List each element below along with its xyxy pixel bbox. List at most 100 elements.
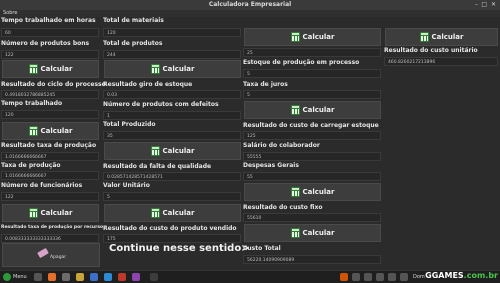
calcular-recurso-button[interactable]: Calcular bbox=[2, 204, 99, 222]
taxa-rec-output: 0.008333333333333336 bbox=[1, 234, 99, 243]
start-menu-icon[interactable] bbox=[3, 273, 11, 281]
num-func-input[interactable]: 122 bbox=[1, 192, 99, 201]
num-bons-input[interactable]: 122 bbox=[1, 50, 99, 59]
menu-label[interactable]: Menu bbox=[13, 274, 27, 280]
custo-vendido-label: Resultado do custo do produto vendido bbox=[103, 225, 237, 232]
num-bons-label: Número de produtos bons bbox=[1, 40, 90, 47]
apagar-label: Apagar bbox=[50, 255, 67, 260]
produzido-label: Total Produzido bbox=[103, 121, 156, 128]
calcular-estoque-button[interactable]: Calcular bbox=[244, 28, 381, 46]
app-icon-2[interactable] bbox=[132, 273, 140, 281]
salario-label: Salário do colaborador bbox=[243, 142, 320, 149]
calculator-icon bbox=[290, 105, 300, 115]
calculator-icon bbox=[150, 208, 160, 218]
calcular-fixo-button[interactable]: Calcular bbox=[244, 183, 381, 201]
ciclo-output: 0.4918032786885245 bbox=[1, 90, 99, 99]
defeitos-input[interactable]: 1 bbox=[103, 111, 241, 120]
tempo-trab-input[interactable]: 120 bbox=[1, 110, 99, 119]
active-window-icon[interactable] bbox=[150, 273, 158, 281]
tray-icon-4[interactable] bbox=[376, 273, 384, 281]
custo-total-label: Custo Total bbox=[243, 245, 281, 252]
calculator-icon bbox=[28, 208, 38, 218]
calculator-icon bbox=[419, 32, 429, 42]
taxa-prod-res-label: Resultado taxa de produção bbox=[1, 142, 97, 149]
menu-sobre[interactable]: Sobre bbox=[3, 10, 17, 16]
field-top-output[interactable]: 25 bbox=[243, 48, 381, 57]
produzido-input[interactable]: 35 bbox=[103, 131, 241, 140]
total-mat-input[interactable]: 120 bbox=[103, 28, 241, 37]
fixo-label: Resultado do custo fixo bbox=[243, 204, 323, 211]
watermark: GGAMES.com.br bbox=[425, 271, 498, 280]
folder-icon[interactable] bbox=[76, 273, 84, 281]
window-title: Calculadora Empresarial bbox=[208, 1, 292, 8]
carregar-output: 125 bbox=[243, 131, 381, 140]
total-prod-input[interactable]: 244 bbox=[103, 50, 241, 59]
tray-icon-2[interactable] bbox=[352, 273, 360, 281]
tray-icon-1[interactable] bbox=[340, 273, 348, 281]
calcular-taxa-button[interactable]: Calcular bbox=[2, 122, 99, 140]
continue-link[interactable]: Continue nesse sentido> bbox=[109, 243, 250, 254]
calculator-icon bbox=[290, 187, 300, 197]
menu-bar: Sobre bbox=[0, 10, 500, 17]
app-icon-1[interactable] bbox=[118, 273, 126, 281]
valor-label: Valor Unitário bbox=[103, 182, 150, 189]
despesas-input[interactable]: 55 bbox=[243, 172, 381, 181]
show-desktop-icon[interactable] bbox=[34, 273, 42, 281]
telegram-icon[interactable] bbox=[104, 273, 112, 281]
close-icon[interactable]: ✕ bbox=[491, 1, 496, 8]
taxa-prod-input[interactable]: 1.0166666666667 bbox=[1, 171, 99, 180]
salario-input[interactable]: 55555 bbox=[243, 152, 381, 161]
tempo-horas-input[interactable]: 60 bbox=[1, 28, 99, 37]
falta-label: Resultado da falta de qualidade bbox=[103, 163, 212, 170]
juros-input[interactable]: 5 bbox=[243, 90, 381, 99]
taxa-prod-label: Taxa de produção bbox=[1, 162, 61, 169]
minimize-icon[interactable]: – bbox=[475, 1, 478, 8]
vscode-icon[interactable] bbox=[90, 273, 98, 281]
calcular-carregar-button[interactable]: Calcular bbox=[244, 101, 381, 119]
calcular-label: Calcular bbox=[302, 33, 335, 41]
total-mat-label: Total de materiais bbox=[103, 17, 164, 24]
calcular-ciclo-button[interactable]: Calcular bbox=[2, 60, 99, 78]
tray-icon-3[interactable] bbox=[364, 273, 372, 281]
calcular-label: Calcular bbox=[162, 209, 195, 217]
taxa-prod-res-output: 1.0166666666667 bbox=[1, 152, 99, 161]
unitario-output: 460.8260217213896 bbox=[384, 57, 498, 66]
calcular-unitario-button[interactable]: Calcular bbox=[385, 28, 498, 46]
valor-input[interactable]: 5 bbox=[103, 192, 241, 201]
calcular-falta-button[interactable]: Calcular bbox=[104, 142, 241, 160]
terminal-icon[interactable] bbox=[62, 273, 70, 281]
firefox-icon[interactable] bbox=[48, 273, 56, 281]
unitario-label: Resultado do custo unitário bbox=[384, 47, 478, 54]
carregar-label: Resultado do custo de carregar estoque bbox=[243, 122, 379, 129]
calculator-icon bbox=[28, 126, 38, 136]
calculator-icon bbox=[290, 32, 300, 42]
volume-icon[interactable] bbox=[400, 273, 408, 281]
custo-total-output: 56220.14090909089 bbox=[243, 255, 381, 264]
estoque-input[interactable]: 5 bbox=[243, 69, 381, 78]
giro-label: Resultado giro de estoque bbox=[103, 81, 193, 88]
falta-output: 0.028571428571428571 bbox=[103, 172, 241, 181]
calcular-total-button[interactable]: Calcular bbox=[244, 224, 381, 242]
tray-lang[interactable]: Dom bbox=[413, 274, 425, 280]
calcular-custo-vendido-button[interactable]: Calcular bbox=[104, 204, 241, 222]
calculator-icon bbox=[150, 146, 160, 156]
calcular-giro-button[interactable]: Calcular bbox=[104, 60, 241, 78]
despesas-label: Despesas Gerais bbox=[243, 162, 299, 169]
calcular-label: Calcular bbox=[40, 65, 73, 73]
apagar-button[interactable]: Apagar bbox=[2, 243, 100, 267]
tempo-trab-label: Tempo trabalhado bbox=[1, 100, 63, 107]
maximize-icon[interactable]: □ bbox=[481, 1, 487, 8]
calcular-label: Calcular bbox=[40, 127, 73, 135]
eraser-icon bbox=[37, 247, 49, 259]
calcular-label: Calcular bbox=[162, 147, 195, 155]
network-icon[interactable] bbox=[388, 273, 396, 281]
defeitos-label: Número de produtos com defeitos bbox=[103, 101, 219, 108]
num-func-label: Número de funcionários bbox=[1, 182, 83, 189]
calcular-label: Calcular bbox=[302, 229, 335, 237]
watermark-main: GGAMES bbox=[425, 271, 464, 280]
fixo-output: 55610 bbox=[243, 213, 381, 222]
total-prod-label: Total de produtos bbox=[103, 40, 163, 47]
giro-output: 0.03 bbox=[103, 90, 241, 99]
estoque-label: Estoque de produção em processo bbox=[243, 59, 360, 66]
calcular-label: Calcular bbox=[162, 65, 195, 73]
